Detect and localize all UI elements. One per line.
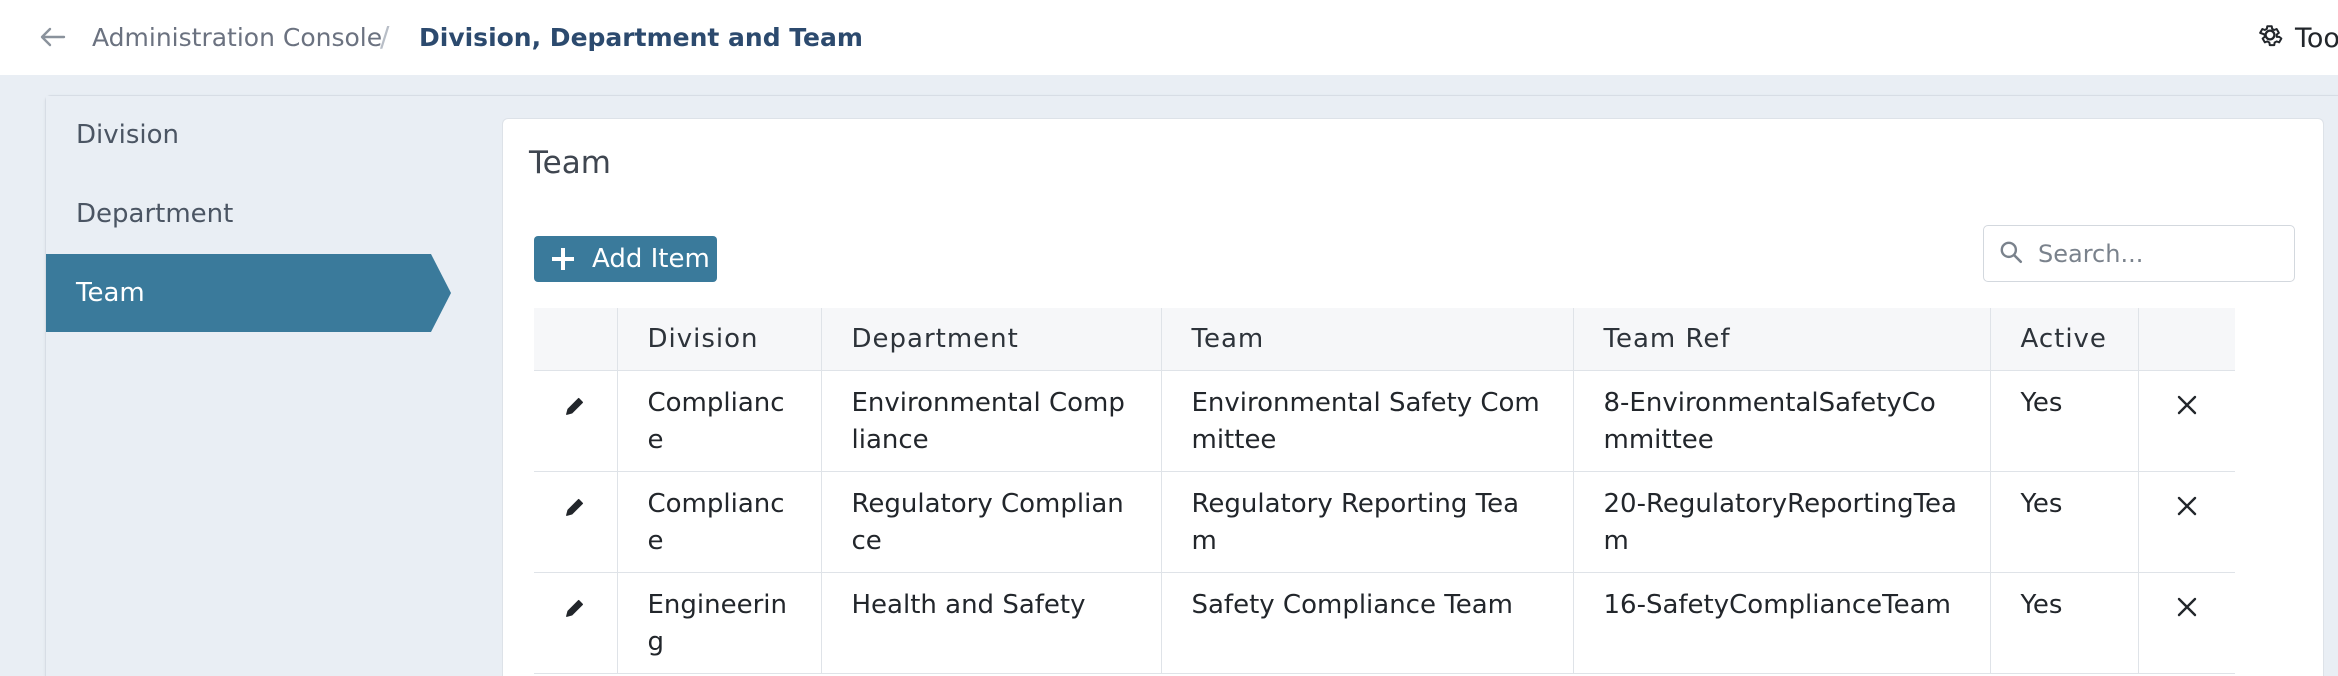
add-item-label: Add Item xyxy=(592,244,710,274)
sidebar-item-label: Department xyxy=(76,199,234,229)
plus-icon xyxy=(534,248,592,270)
cell-team: Safety Compliance Team xyxy=(1161,572,1574,674)
table-row: Compliance Environmental Compliance Envi… xyxy=(534,370,2235,472)
cell-active: Yes xyxy=(1990,572,2139,674)
close-icon[interactable] xyxy=(2175,593,2199,630)
gear-icon xyxy=(2255,20,2285,57)
cell-active: Yes xyxy=(1990,471,2139,573)
tools-button[interactable]: Too xyxy=(2255,20,2338,57)
header-team[interactable]: Team xyxy=(1161,308,1574,371)
delete-cell xyxy=(2138,370,2235,472)
header-delete xyxy=(2138,308,2235,371)
tools-label: Too xyxy=(2295,23,2338,54)
delete-cell xyxy=(2138,471,2235,573)
cell-division: Compliance xyxy=(617,370,822,472)
pencil-icon[interactable] xyxy=(564,391,586,428)
sidebar: Division Department Team xyxy=(46,96,500,676)
edit-cell xyxy=(534,370,618,472)
close-icon[interactable] xyxy=(2175,391,2199,428)
cell-department: Environmental Compliance xyxy=(821,370,1162,472)
search-icon xyxy=(1998,239,2024,269)
cell-department: Health and Safety xyxy=(821,572,1162,674)
header-team-ref[interactable]: Team Ref xyxy=(1573,308,1991,371)
top-bar: Administration Console / Division, Depar… xyxy=(0,0,2338,75)
pencil-icon[interactable] xyxy=(564,593,586,630)
cell-department: Regulatory Compliance xyxy=(821,471,1162,573)
search-box[interactable] xyxy=(1983,225,2295,282)
cell-team-ref: 8-EnvironmentalSafetyCommittee xyxy=(1573,370,1991,472)
cell-team-ref: 16-SafetyComplianceTeam xyxy=(1573,572,1991,674)
table-row: Compliance Regulatory Compliance Regulat… xyxy=(534,471,2235,573)
cell-team-ref: 20-RegulatoryReportingTeam xyxy=(1573,471,1991,573)
sidebar-item-team[interactable]: Team xyxy=(46,254,451,332)
cell-division: Compliance xyxy=(617,471,822,573)
sidebar-item-division[interactable]: Division xyxy=(46,96,431,174)
add-item-button[interactable]: Add Item xyxy=(534,236,717,282)
back-arrow-icon[interactable] xyxy=(38,22,68,52)
breadcrumb-separator: / xyxy=(380,20,390,53)
sidebar-item-label: Team xyxy=(76,278,145,308)
header-active[interactable]: Active xyxy=(1990,308,2139,371)
sidebar-item-department[interactable]: Department xyxy=(46,175,431,253)
header-edit xyxy=(534,308,618,371)
search-input[interactable] xyxy=(2038,239,2268,268)
header-division[interactable]: Division xyxy=(617,308,822,371)
team-panel: Team Add Item Division Department Team T… xyxy=(502,118,2324,676)
header-department[interactable]: Department xyxy=(821,308,1162,371)
panel-title: Team xyxy=(529,145,611,181)
pencil-icon[interactable] xyxy=(564,492,586,529)
edit-cell xyxy=(534,572,618,674)
cell-active: Yes xyxy=(1990,370,2139,472)
close-icon[interactable] xyxy=(2175,492,2199,529)
cell-team: Environmental Safety Committee xyxy=(1161,370,1574,472)
table-row: Engineering Health and Safety Safety Com… xyxy=(534,572,2235,674)
team-table: Division Department Team Team Ref Active… xyxy=(534,308,2235,674)
breadcrumb-current: Division, Department and Team xyxy=(419,23,863,52)
table-header-row: Division Department Team Team Ref Active xyxy=(534,308,2235,371)
sidebar-item-label: Division xyxy=(76,120,180,150)
edit-cell xyxy=(534,471,618,573)
cell-team: Regulatory Reporting Team xyxy=(1161,471,1574,573)
cell-division: Engineering xyxy=(617,572,822,674)
delete-cell xyxy=(2138,572,2235,674)
breadcrumb-root[interactable]: Administration Console xyxy=(92,23,382,52)
